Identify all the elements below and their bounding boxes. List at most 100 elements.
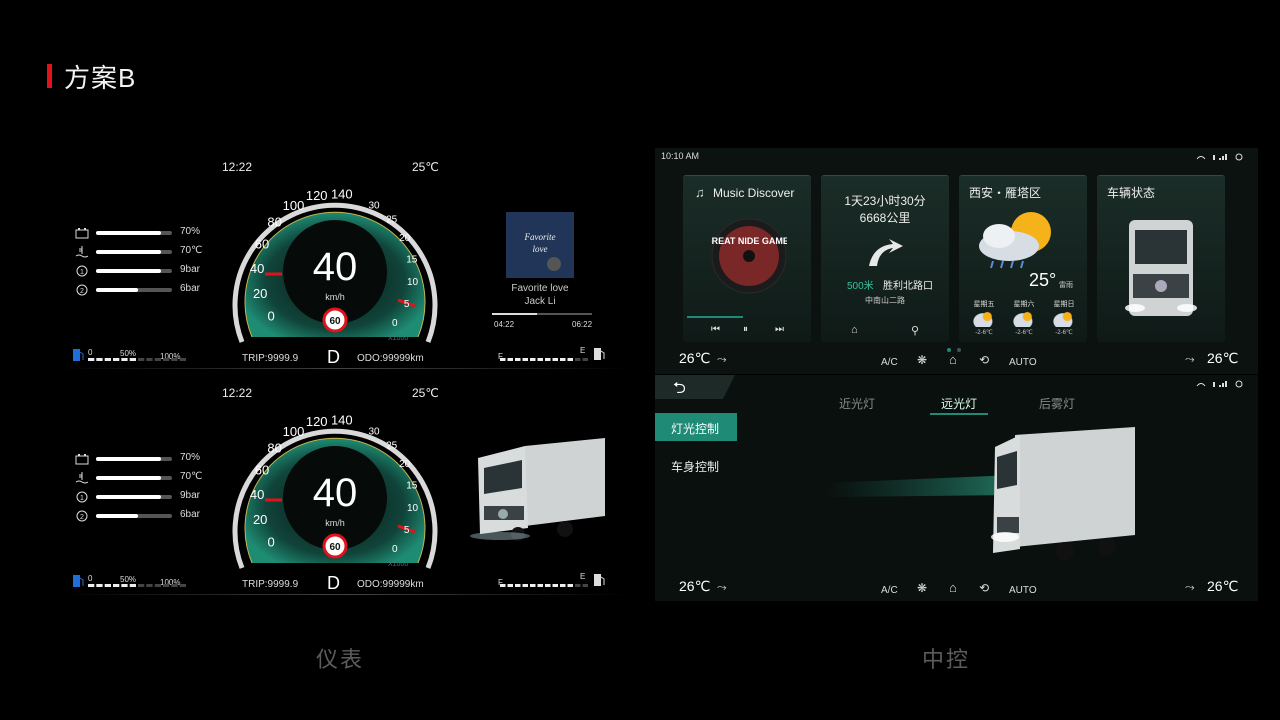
forecast-day-label: 星期六 (1013, 301, 1035, 308)
left-seat-heat-icon[interactable]: ⤳ (717, 580, 727, 595)
ac-button[interactable]: A/C (881, 585, 898, 596)
truck-image (470, 438, 605, 541)
tire-pressure-2-icon: 2 (76, 284, 88, 296)
ac-button[interactable]: A/C (881, 357, 898, 368)
fuel-segment (545, 584, 551, 587)
speed-limit-sign: 60 (329, 542, 341, 553)
music-card[interactable]: ♫ Music Discover GREAT NIDE GAME MU ⏮ ⏸ … (683, 175, 811, 342)
svg-text:love: love (533, 244, 548, 254)
fuel-segment (171, 584, 178, 587)
fuel-pump-icon-right (594, 574, 605, 586)
left-temp[interactable]: 26℃ (679, 350, 710, 367)
rpm-unit-label: X1000 (388, 561, 408, 568)
menu-light-control-label: 灯光控制 (671, 422, 720, 436)
total-time: 06:22 (572, 320, 593, 329)
tank-empty-label: E (580, 346, 586, 355)
home-icon[interactable]: ⌂ (949, 580, 957, 595)
broadcast-icon (1235, 153, 1243, 161)
fuel-segment (104, 584, 111, 587)
album-art[interactable]: Favorite love (506, 212, 574, 278)
auto-button[interactable]: AUTO (1009, 585, 1037, 596)
svg-text:Favorite: Favorite (524, 232, 556, 242)
fan-icon[interactable]: ❋ (917, 353, 927, 367)
vehicle-status-card[interactable]: 车辆状态 (1097, 175, 1225, 342)
fuel-segment (552, 358, 558, 361)
navigation-card[interactable]: 1天23小时30分 6668公里 500米 胜利北路口 中南山二路 ⌂ ⚲ (821, 175, 949, 342)
speed-tick-label: 20 (253, 512, 267, 527)
pressure1-bar (96, 495, 172, 499)
fuel-segment (575, 358, 581, 361)
battery-value: 70% (180, 452, 201, 463)
forecast-row: 星期五 -2-6℃ 星期六 -2-6℃ 星期日 -2-6℃ (965, 299, 1083, 339)
fuel-segment (138, 584, 145, 587)
now-playing: Favorite love Jack Li (480, 282, 600, 308)
svg-text:1: 1 (80, 495, 84, 502)
page-title: 方案B (64, 63, 137, 93)
fuel-segment (500, 358, 506, 361)
coolant-row: 70℃ (74, 471, 224, 490)
weather-card[interactable]: 西安・雁塔区 25° 雷雨 星期五 -2-6℃ 星期六 -2-6℃ 星期日 -2… (959, 175, 1087, 342)
status-bars: 70% 70℃ 1 9bar 2 6bar (74, 452, 224, 528)
speed-tick-label: 60 (255, 462, 269, 477)
previous-track-icon[interactable]: ⏮ (711, 324, 720, 335)
recirculation-icon[interactable]: ⟲ (979, 353, 989, 367)
album-disc[interactable]: GREAT NIDE GAME MU (711, 218, 787, 294)
menu-body-control[interactable]: 车身控制 (671, 458, 719, 475)
tab-rear-fog[interactable]: 后雾灯 (1039, 395, 1075, 412)
coolant-value: 70℃ (180, 245, 203, 256)
tab-low-beam[interactable]: 近光灯 (839, 395, 875, 412)
fuel-segment (507, 358, 513, 361)
back-arrow-icon[interactable]: ⮌ (673, 377, 686, 399)
tire-pressure-2-icon: 2 (76, 510, 88, 522)
fuel-segment (96, 584, 103, 587)
pressure2-row: 2 6bar (74, 509, 224, 528)
battery-value: 70% (180, 226, 201, 237)
fuel-gauge-left (88, 358, 186, 361)
fuel-segment (567, 358, 573, 361)
status-icons (1196, 153, 1243, 161)
track-progress[interactable] (492, 313, 592, 315)
cluster-section-label: 仪表 (316, 647, 365, 672)
fuel-segment (121, 358, 128, 361)
back-button[interactable]: ⮌ (655, 375, 735, 399)
auto-button[interactable]: AUTO (1009, 357, 1037, 368)
pressure2-value: 6bar (180, 509, 201, 520)
rpm-tick-label: 15 (406, 255, 418, 266)
pause-icon[interactable]: ⏸ (743, 324, 748, 335)
home-icon[interactable]: ⌂ (949, 352, 957, 367)
speed-tick-label: 40 (250, 261, 264, 276)
nav-distance: 6668公里 (859, 211, 911, 225)
menu-light-control[interactable]: 灯光控制 (655, 413, 737, 441)
right-temp[interactable]: 26℃ (1207, 350, 1238, 367)
right-seat-heat-icon[interactable]: ⤳ (1185, 352, 1195, 367)
fan-icon[interactable]: ❋ (917, 581, 927, 595)
recirculation-icon[interactable]: ⟲ (979, 581, 989, 595)
search-icon[interactable]: ⚲ (911, 324, 919, 337)
speed-limit-sign: 60 (329, 316, 341, 327)
next-track-icon[interactable]: ⏭ (775, 324, 784, 335)
fuel-gauge-left (88, 584, 186, 587)
fuel-segment (567, 584, 573, 587)
truck-front-image (1125, 220, 1197, 316)
fuel-segment (163, 584, 170, 587)
speed-value: 40 (313, 245, 358, 289)
right-temp[interactable]: 26℃ (1207, 578, 1238, 595)
svg-text:2: 2 (80, 514, 84, 521)
tab-high-beam[interactable]: 远光灯 (941, 395, 977, 412)
music-progress[interactable] (687, 316, 743, 318)
right-seat-heat-icon[interactable]: ⤳ (1185, 580, 1195, 595)
left-seat-heat-icon[interactable]: ⤳ (717, 352, 727, 367)
fuel-half: 50% (120, 349, 137, 358)
fuel-segment (104, 358, 111, 361)
speed-tick-label: 120 (306, 414, 328, 429)
pressure2-bar (96, 514, 172, 518)
fuel-segment (113, 584, 120, 587)
left-temp[interactable]: 26℃ (679, 578, 710, 595)
fuel-segment (129, 358, 136, 361)
trip-meter: TRIP:9999.9 (242, 579, 299, 590)
fuel-segment (121, 584, 128, 587)
home-icon[interactable]: ⌂ (851, 324, 858, 336)
elapsed-time: 04:22 (494, 320, 515, 329)
status-icons (1196, 380, 1243, 388)
gear-indicator: D (327, 573, 340, 593)
